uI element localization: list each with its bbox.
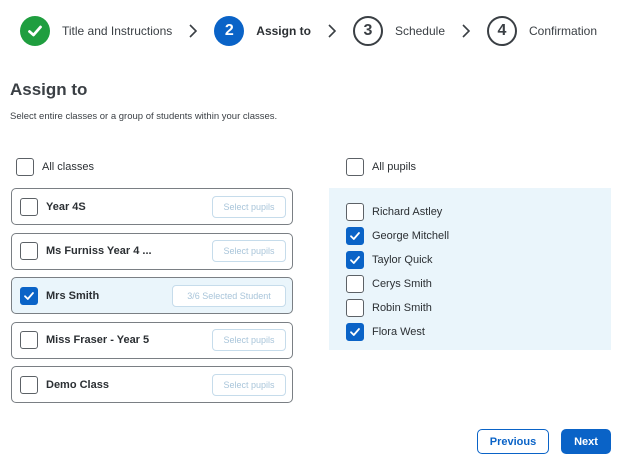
step-number: 3 <box>352 16 383 46</box>
step-schedule[interactable]: 3 Schedule <box>352 16 445 46</box>
page-subtitle: Select entire classes or a group of stud… <box>10 111 278 122</box>
pupil-checkbox[interactable] <box>346 323 364 341</box>
pupil-panel: Richard Astley George Mitchell Taylor Qu… <box>329 188 611 350</box>
class-list: Year 4S Select pupils Ms Furniss Year 4 … <box>11 188 293 411</box>
pupil-checkbox[interactable] <box>346 275 364 293</box>
pupil-row[interactable]: Cerys Smith <box>329 272 611 296</box>
page-title: Assign to <box>10 80 88 99</box>
class-card-miss-fraser[interactable]: Miss Fraser - Year 5 Select pupils <box>11 321 293 359</box>
class-name: Ms Furniss Year 4 ... <box>46 245 152 257</box>
pupil-row[interactable]: Robin Smith <box>329 296 611 320</box>
step-label: Schedule <box>394 24 445 38</box>
class-card-mrs-smith[interactable]: Mrs Smith 3/6 Selected Student <box>11 277 293 314</box>
step-confirmation[interactable]: 4 Confirmation <box>487 16 597 46</box>
class-checkbox[interactable] <box>20 197 38 216</box>
pupil-checkbox[interactable] <box>346 251 364 269</box>
select-pupils-button[interactable]: Select pupils <box>212 240 286 262</box>
pupil-name: Richard Astley <box>372 206 443 218</box>
chevron-right-icon <box>188 24 198 38</box>
all-pupils-label: All pupils <box>372 161 417 173</box>
pupil-checkbox[interactable] <box>346 203 364 221</box>
class-name: Miss Fraser - Year 5 <box>46 334 150 346</box>
pupil-row[interactable]: George Mitchell <box>329 224 611 248</box>
step-assign-to[interactable]: 2 Assign to <box>214 16 311 46</box>
stepper: Title and Instructions 2 Assign to 3 Sch… <box>20 14 597 48</box>
previous-button[interactable]: Previous <box>477 429 549 454</box>
step-label: Assign to <box>256 24 311 38</box>
pupil-name: Taylor Quick <box>372 254 433 266</box>
all-pupils-row[interactable]: All pupils <box>346 158 416 176</box>
all-classes-checkbox[interactable] <box>16 158 34 176</box>
pupil-row[interactable]: Richard Astley <box>329 200 611 224</box>
pupil-name: Cerys Smith <box>372 278 432 290</box>
class-name: Mrs Smith <box>46 289 100 302</box>
chevron-right-icon <box>327 24 337 38</box>
select-pupils-button[interactable]: Select pupils <box>212 195 286 218</box>
class-card-demo-class[interactable]: Demo Class Select pupils <box>11 366 293 403</box>
step-label: Confirmation <box>529 24 598 38</box>
checkmark-icon <box>350 328 360 336</box>
class-name: Demo Class <box>46 378 109 391</box>
select-pupils-button[interactable]: Select pupils <box>212 329 286 351</box>
pupil-name: Robin Smith <box>372 302 432 314</box>
class-card-year-4s[interactable]: Year 4S Select pupils <box>11 188 293 225</box>
pupil-checkbox[interactable] <box>346 299 364 317</box>
class-checkbox[interactable] <box>20 242 38 260</box>
select-pupils-button[interactable]: Select pupils <box>212 373 286 396</box>
all-classes-row[interactable]: All classes <box>16 158 94 176</box>
step-number: 2 <box>214 16 245 46</box>
step-label: Title and Instructions <box>62 24 173 38</box>
pupil-name: Flora West <box>372 326 425 338</box>
all-pupils-checkbox[interactable] <box>346 158 364 176</box>
all-classes-label: All classes <box>42 161 94 173</box>
checkmark-icon <box>24 291 34 300</box>
pupil-checkbox[interactable] <box>346 227 364 245</box>
pupil-name: George Mitchell <box>372 230 450 242</box>
check-icon <box>20 16 50 46</box>
chevron-right-icon <box>461 24 471 38</box>
class-checkbox[interactable] <box>20 286 38 305</box>
class-card-ms-furniss[interactable]: Ms Furniss Year 4 ... Select pupils <box>11 232 293 270</box>
pupil-row[interactable]: Taylor Quick <box>329 248 611 272</box>
checkmark-icon <box>350 256 360 264</box>
pupil-row[interactable]: Flora West <box>329 320 611 344</box>
class-checkbox[interactable] <box>20 331 38 349</box>
step-title-and-instructions[interactable]: Title and Instructions <box>20 16 172 46</box>
class-name: Year 4S <box>46 200 86 213</box>
class-checkbox[interactable] <box>20 375 38 394</box>
step-number: 4 <box>487 16 517 46</box>
checkmark-icon <box>350 232 360 240</box>
next-button[interactable]: Next <box>561 429 611 454</box>
selected-students-button[interactable]: 3/6 Selected Student <box>172 284 286 307</box>
